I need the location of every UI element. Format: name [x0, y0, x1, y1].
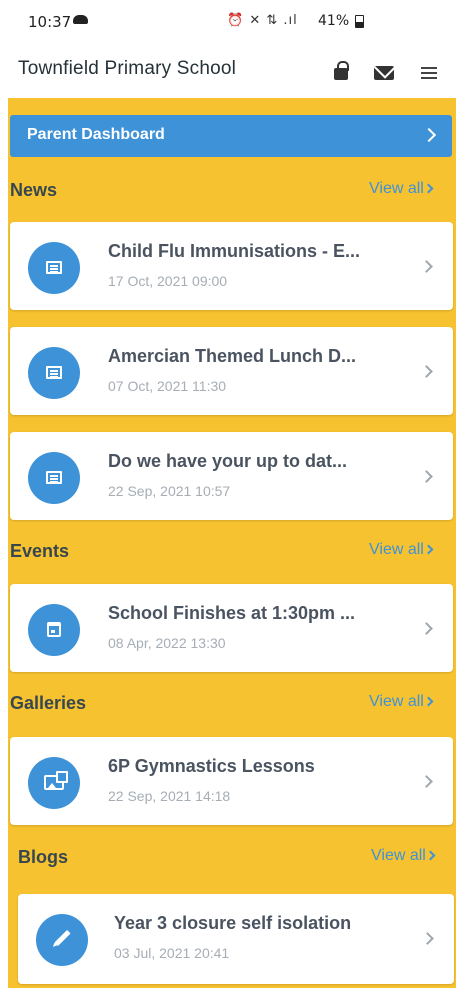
news-item-date: 22 Sep, 2021 10:57: [108, 483, 231, 499]
gallery-badge: [28, 757, 80, 809]
event-item[interactable]: School Finishes at 1:30pm ... 08 Apr, 20…: [10, 584, 453, 672]
view-all-label: View all: [371, 847, 426, 864]
newspaper-icon: [46, 261, 62, 274]
parent-dashboard-button[interactable]: Parent Dashboard: [10, 115, 452, 157]
view-all-label: View all: [369, 541, 424, 558]
status-bar: 10:37 ⏰ ✕ ⇅ .ıl 41%: [0, 0, 456, 44]
newspaper-icon: [46, 366, 62, 379]
status-time: 10:37: [28, 13, 72, 31]
blogs-section-title: Blogs: [18, 847, 69, 867]
news-item-title: Do we have your up to dat...: [108, 451, 348, 471]
event-item-date: 08 Apr, 2022 13:30: [108, 635, 226, 651]
gallery-item-date: 22 Sep, 2021 14:18: [108, 788, 231, 804]
news-badge: [28, 452, 80, 504]
blog-item[interactable]: Year 3 closure self isolation 03 Jul, 20…: [18, 894, 454, 984]
battery-icon: [355, 15, 364, 28]
events-section-title: Events: [10, 541, 70, 561]
chevron-right-icon: [420, 775, 433, 788]
battery-percent: 41%: [318, 13, 350, 29]
gallery-item-title: 6P Gymnastics Lessons: [108, 756, 315, 776]
menu-icon[interactable]: [421, 67, 437, 79]
images-icon: [44, 771, 68, 790]
chevron-right-icon: [421, 932, 434, 945]
chevron-right-icon: [420, 260, 433, 273]
chevron-right-icon: [420, 470, 433, 483]
news-item[interactable]: Do we have your up to dat... 22 Sep, 202…: [10, 432, 453, 520]
gallery-item[interactable]: 6P Gymnastics Lessons 22 Sep, 2021 14:18: [10, 737, 453, 825]
news-badge: [28, 242, 80, 294]
event-badge: [28, 604, 80, 656]
chevron-right-icon: [423, 696, 434, 707]
status-icons: ⏰ ✕ ⇅ .ıl: [227, 13, 298, 28]
event-item-title: School Finishes at 1:30pm ...: [108, 603, 356, 623]
view-all-label: View all: [369, 693, 424, 710]
app-title: Townfield Primary School: [18, 58, 237, 79]
blog-badge: [36, 914, 88, 966]
blog-item-title: Year 3 closure self isolation: [114, 913, 352, 933]
chevron-right-icon: [420, 622, 433, 635]
mail-icon[interactable]: [374, 66, 394, 80]
blogs-view-all-link[interactable]: View all: [371, 847, 436, 865]
chevron-right-icon: [421, 127, 437, 143]
galleries-section-title: Galleries: [10, 693, 87, 713]
pencil-icon: [54, 929, 71, 947]
news-item-date: 07 Oct, 2021 11:30: [108, 378, 227, 394]
app-header: Townfield Primary School: [0, 44, 456, 98]
news-badge: [28, 347, 80, 399]
news-item-title: Amercian Themed Lunch D...: [108, 346, 357, 366]
events-view-all-link[interactable]: View all: [369, 541, 434, 559]
news-item[interactable]: Child Flu Immunisations - E... 17 Oct, 2…: [10, 222, 453, 310]
newspaper-icon: [46, 471, 62, 484]
news-view-all-link[interactable]: View all: [369, 180, 434, 198]
blog-item-date: 03 Jul, 2021 20:41: [114, 945, 230, 961]
lock-icon[interactable]: [334, 61, 349, 80]
chevron-right-icon: [423, 544, 434, 555]
news-item-title: Child Flu Immunisations - E...: [108, 241, 361, 261]
cloud-icon: [73, 15, 88, 24]
chevron-right-icon: [423, 183, 434, 194]
view-all-label: View all: [369, 180, 424, 197]
parent-dashboard-label: Parent Dashboard: [27, 126, 165, 143]
galleries-view-all-link[interactable]: View all: [369, 693, 434, 711]
chevron-right-icon: [425, 850, 436, 861]
calendar-icon: [47, 622, 61, 637]
news-item-date: 17 Oct, 2021 09:00: [108, 273, 228, 289]
chevron-right-icon: [420, 365, 433, 378]
news-section-title: News: [10, 180, 58, 200]
news-item[interactable]: Amercian Themed Lunch D... 07 Oct, 2021 …: [10, 327, 453, 415]
